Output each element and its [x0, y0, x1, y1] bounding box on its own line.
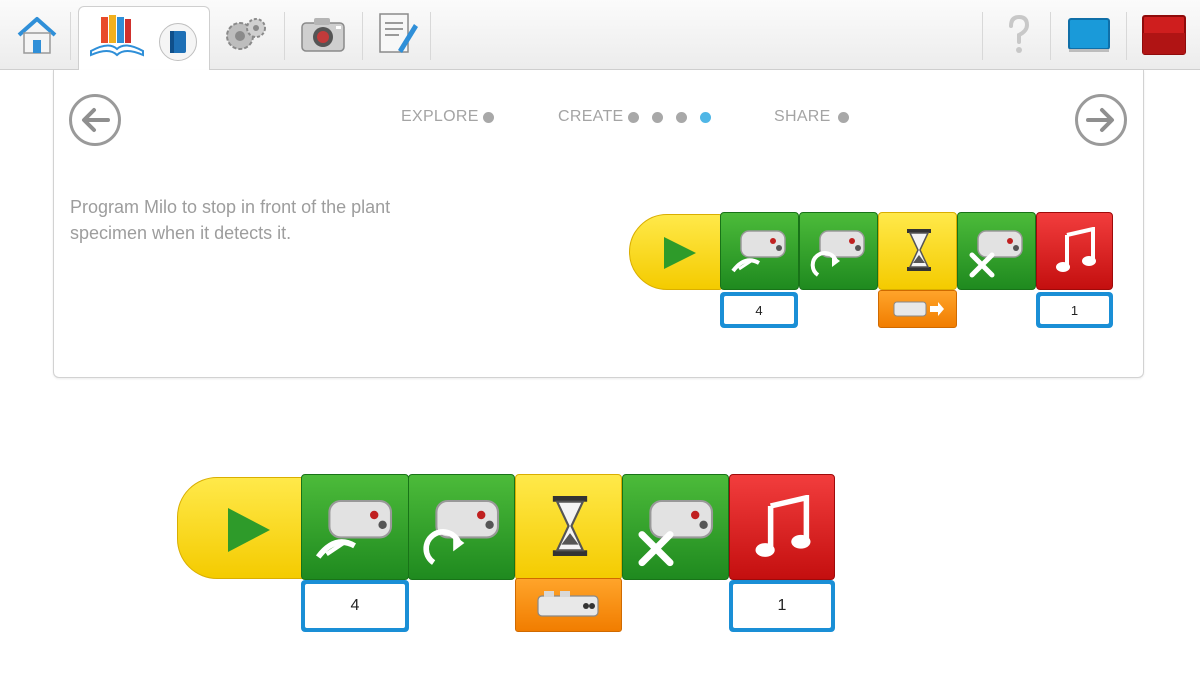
motor-power-input-large[interactable]: 4	[301, 580, 409, 632]
stop-button[interactable]	[1136, 8, 1190, 62]
motion-sensor-icon	[893, 301, 944, 317]
help-button[interactable]	[992, 8, 1046, 62]
progress-steps: EXPLORE CREATE SHARE	[54, 108, 1143, 128]
blue-screen-icon	[1068, 18, 1110, 52]
sound-block-large[interactable]	[729, 474, 835, 580]
screen-button[interactable]	[1062, 8, 1116, 62]
document-edit-icon	[379, 13, 418, 53]
camera-icon	[301, 18, 345, 52]
create-dot-1	[628, 112, 639, 123]
sound-input-large[interactable]: 1	[729, 580, 835, 632]
instruction-text: Program Milo to stop in front of the pla…	[70, 197, 391, 243]
motor-power-value-large: 4	[305, 584, 405, 628]
hourglass-icon	[907, 229, 931, 271]
gears-button[interactable]	[218, 8, 272, 62]
create-dot-2	[652, 112, 663, 123]
step-create-label[interactable]: CREATE	[558, 108, 624, 126]
program-canvas: 4 1	[177, 474, 837, 634]
book-button[interactable]	[159, 23, 197, 61]
motion-sensor-icon	[536, 591, 599, 617]
motor-direction-block	[799, 212, 878, 290]
book-icon	[170, 31, 186, 53]
gears-icon	[226, 18, 266, 50]
home-icon	[17, 17, 57, 54]
motion-sensor-input[interactable]	[878, 290, 957, 328]
music-note-icon	[755, 495, 811, 557]
motor-speed-icon	[731, 230, 786, 273]
example-program: 4 1	[629, 212, 1113, 330]
hourglass-icon	[552, 496, 588, 556]
sound-value: 1	[1040, 296, 1109, 324]
motion-sensor-input-large[interactable]	[515, 578, 622, 632]
motor-stop-block	[957, 212, 1036, 290]
motor-power-input[interactable]: 4	[720, 292, 798, 328]
motor-stop-icon	[638, 499, 714, 567]
motor-speed-icon	[315, 499, 393, 559]
motor-stop-block-large[interactable]	[622, 474, 729, 580]
step-share-label[interactable]: SHARE	[774, 108, 831, 126]
share-dot	[838, 112, 849, 123]
rotate-icon	[810, 230, 865, 277]
wait-block-large[interactable]	[515, 474, 622, 580]
explore-dot	[483, 112, 494, 123]
top-toolbar	[0, 0, 1200, 72]
red-stop-icon	[1142, 15, 1186, 55]
sound-block	[1036, 212, 1113, 290]
motor-power-block	[720, 212, 799, 290]
home-button[interactable]	[10, 8, 64, 62]
camera-button[interactable]	[296, 8, 350, 62]
play-icon	[664, 237, 696, 269]
motor-stop-icon	[969, 230, 1023, 278]
sound-value-large: 1	[733, 584, 831, 628]
start-block-large[interactable]	[177, 477, 307, 579]
instruction-card: EXPLORE CREATE SHARE Program Milo to sto…	[53, 70, 1144, 378]
document-button[interactable]	[370, 8, 424, 62]
wait-block	[878, 212, 957, 290]
motor-power-value: 4	[724, 296, 794, 324]
motor-power-block-large[interactable]	[301, 474, 409, 580]
motor-direction-block-large[interactable]	[408, 474, 515, 580]
create-dot-3	[676, 112, 687, 123]
sound-input[interactable]: 1	[1036, 292, 1113, 328]
rotate-icon	[423, 499, 500, 565]
start-block	[629, 214, 723, 290]
play-icon	[228, 508, 270, 552]
music-note-icon	[1056, 227, 1096, 272]
help-icon	[1009, 14, 1030, 53]
library-icon	[90, 15, 144, 57]
create-dot-4	[700, 112, 711, 123]
library-tab[interactable]	[78, 6, 210, 72]
step-explore-label[interactable]: EXPLORE	[401, 108, 479, 126]
